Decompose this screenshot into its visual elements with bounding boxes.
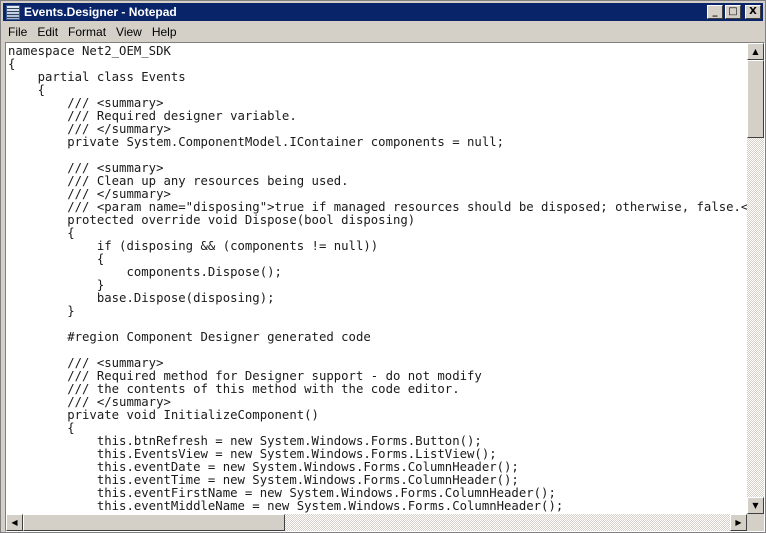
code-text[interactable]: namespace Net2_OEM_SDK{ partial class Ev… bbox=[8, 45, 748, 515]
code-line: if (disposing && (components != null)) bbox=[8, 240, 379, 253]
code-line: private System.ComponentModel.IContainer… bbox=[8, 136, 505, 149]
scroll-down-button[interactable]: ▼ bbox=[747, 497, 764, 514]
code-line: { bbox=[8, 227, 75, 240]
code-line: } bbox=[8, 305, 75, 318]
code-line: partial class Events bbox=[8, 71, 186, 84]
menu-view[interactable]: View bbox=[111, 25, 147, 39]
horizontal-scrollbar[interactable]: ◀ ▶ bbox=[6, 514, 747, 531]
size-grip[interactable] bbox=[747, 514, 764, 531]
notepad-icon[interactable] bbox=[6, 4, 20, 20]
code-line: /// the contents of this method with the… bbox=[8, 383, 460, 396]
code-line: { bbox=[8, 84, 46, 97]
scroll-left-button[interactable]: ◀ bbox=[6, 514, 23, 531]
code-line: /// <param name="disposing">true if mana… bbox=[8, 201, 748, 214]
vertical-scrollbar[interactable]: ▲ ▼ bbox=[747, 43, 764, 514]
code-line: /// <summary> bbox=[8, 357, 164, 370]
close-button[interactable]: X bbox=[745, 5, 761, 19]
code-line: /// <summary> bbox=[8, 97, 164, 110]
minimize-button[interactable]: _ bbox=[707, 5, 723, 19]
window-title: Events.Designer - Notepad bbox=[24, 5, 177, 19]
code-line: } bbox=[8, 279, 105, 292]
code-line: /// <summary> bbox=[8, 162, 164, 175]
horizontal-scroll-thumb[interactable] bbox=[23, 514, 285, 531]
title-bar[interactable]: Events.Designer - Notepad _ □ X bbox=[3, 3, 763, 21]
text-editor[interactable]: namespace Net2_OEM_SDK{ partial class Ev… bbox=[5, 42, 765, 532]
code-line: { bbox=[8, 58, 16, 71]
code-line: /// </summary> bbox=[8, 123, 171, 136]
scroll-right-button[interactable]: ▶ bbox=[730, 514, 747, 531]
code-line: /// </summary> bbox=[8, 188, 171, 201]
code-line: base.Dispose(disposing); bbox=[8, 292, 275, 305]
code-line: protected override void Dispose(bool dis… bbox=[8, 214, 416, 227]
menu-bar: File Edit Format View Help bbox=[3, 22, 182, 41]
menu-file[interactable]: File bbox=[3, 25, 32, 39]
code-line: components.Dispose(); bbox=[8, 266, 282, 279]
code-line: this.eventDate = new System.Windows.Form… bbox=[8, 461, 519, 474]
code-line: /// Clean up any resources being used. bbox=[8, 175, 349, 188]
code-line: #region Component Designer generated cod… bbox=[8, 331, 371, 344]
vertical-scroll-thumb[interactable] bbox=[747, 60, 764, 138]
code-line: /// </summary> bbox=[8, 396, 171, 409]
code-line: this.eventMiddleName = new System.Window… bbox=[8, 500, 564, 513]
code-line: { bbox=[8, 422, 75, 435]
notepad-window: Events.Designer - Notepad _ □ X File Edi… bbox=[0, 0, 766, 533]
code-line: this.EventsView = new System.Windows.For… bbox=[8, 448, 497, 461]
menu-format[interactable]: Format bbox=[63, 25, 111, 39]
maximize-button[interactable]: □ bbox=[725, 5, 741, 19]
scroll-up-button[interactable]: ▲ bbox=[747, 43, 764, 60]
menu-help[interactable]: Help bbox=[147, 25, 182, 39]
code-line: this.eventFirstName = new System.Windows… bbox=[8, 487, 556, 500]
code-line: /// Required method for Designer support… bbox=[8, 370, 482, 383]
code-line: this.eventTime = new System.Windows.Form… bbox=[8, 474, 519, 487]
code-line: { bbox=[8, 253, 105, 266]
menu-edit[interactable]: Edit bbox=[32, 25, 63, 39]
code-line: this.btnRefresh = new System.Windows.For… bbox=[8, 435, 482, 448]
code-line: private void InitializeComponent() bbox=[8, 409, 319, 422]
code-line: namespace Net2_OEM_SDK bbox=[8, 45, 171, 58]
code-line: /// Required designer variable. bbox=[8, 110, 297, 123]
